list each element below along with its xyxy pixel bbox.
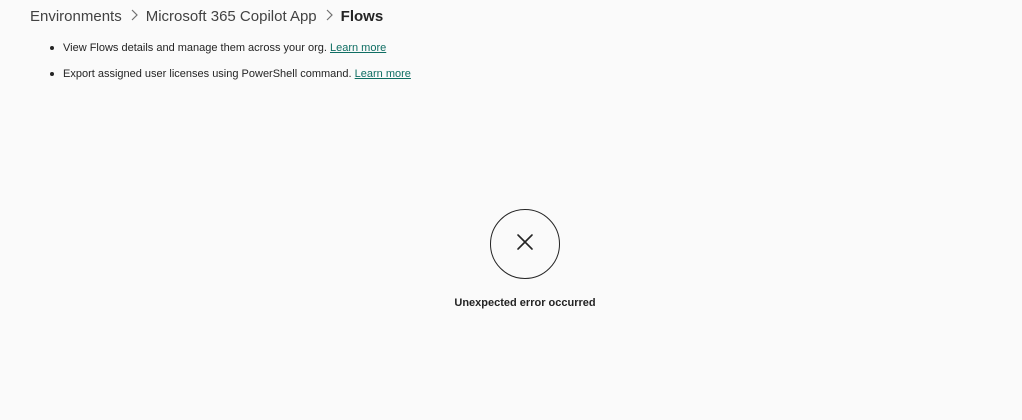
info-list: View Flows details and manage them acros… [49, 40, 411, 92]
info-item-export-licenses: Export assigned user licenses using Powe… [49, 66, 411, 92]
learn-more-link[interactable]: Learn more [355, 68, 411, 80]
close-icon [515, 232, 535, 257]
chevron-right-icon [130, 6, 138, 28]
breadcrumb-item-copilot-app[interactable]: Microsoft 365 Copilot App [146, 6, 317, 28]
info-item-view-flows: View Flows details and manage them acros… [49, 40, 411, 66]
chevron-right-icon [325, 6, 333, 28]
error-circle [490, 209, 560, 279]
breadcrumb: Environments Microsoft 365 Copilot App F… [30, 6, 383, 28]
info-text: View Flows details and manage them acros… [63, 42, 330, 54]
info-text: Export assigned user licenses using Powe… [63, 68, 355, 80]
breadcrumb-item-environments[interactable]: Environments [30, 6, 122, 28]
error-message: Unexpected error occurred [454, 297, 596, 309]
error-state: Unexpected error occurred [0, 209, 1022, 309]
learn-more-link[interactable]: Learn more [330, 42, 386, 54]
breadcrumb-current-flows: Flows [340, 8, 384, 25]
